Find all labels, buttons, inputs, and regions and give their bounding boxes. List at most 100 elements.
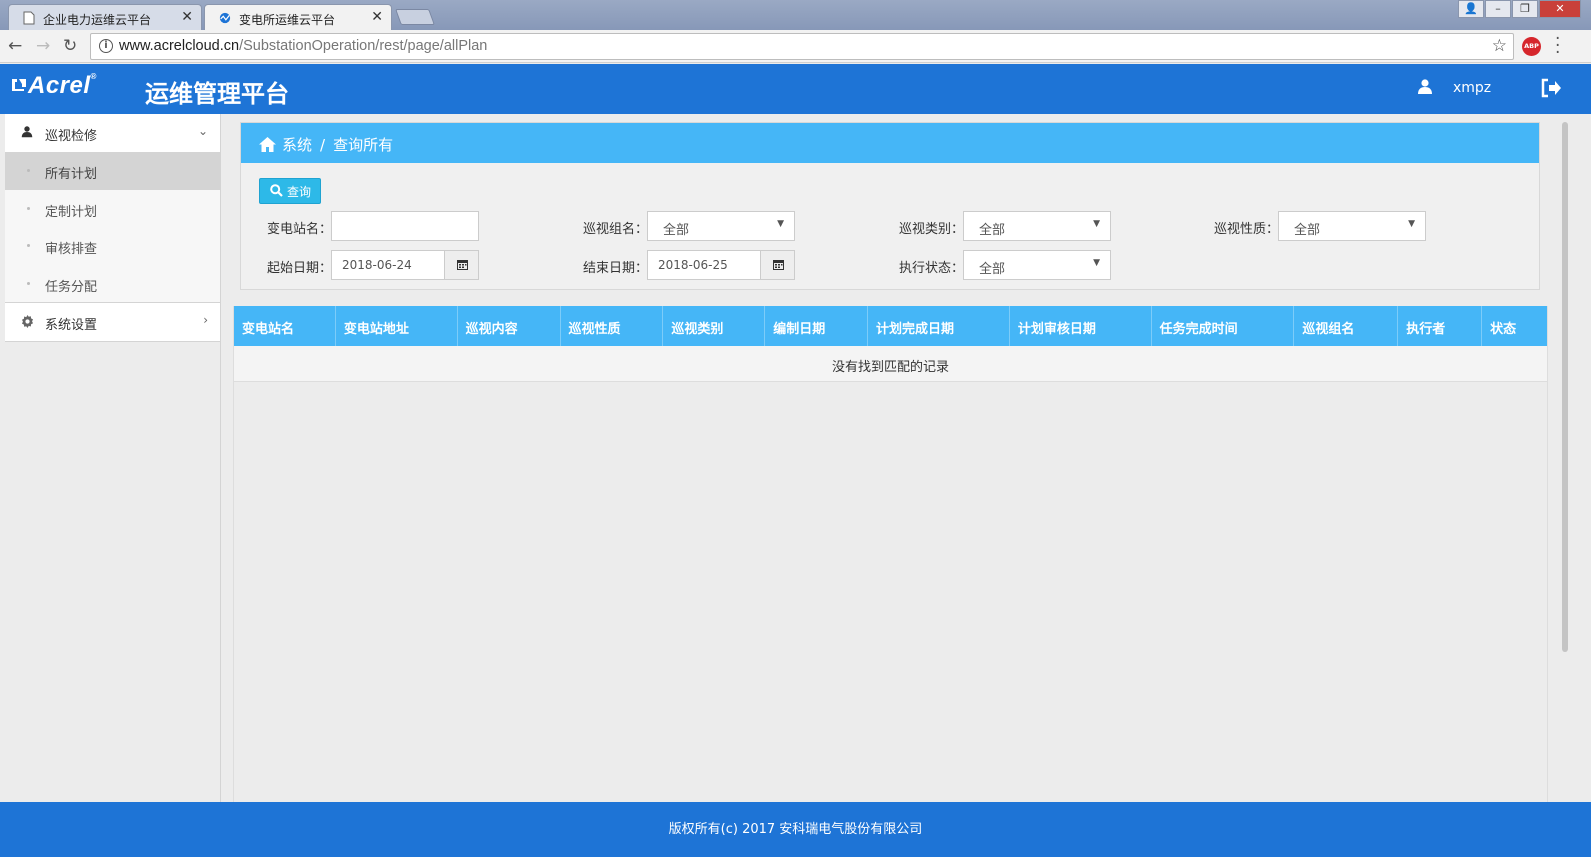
- table-header-cell[interactable]: 变电站名: [234, 306, 336, 346]
- browser-tab[interactable]: 企业电力运维云平台 ✕: [8, 4, 202, 30]
- browser-tab-strip: 企业电力运维云平台 ✕ 变电所运维云平台 ✕ 👤 – ❐ ✕: [0, 0, 1591, 30]
- table-header-cell[interactable]: 编制日期: [765, 306, 869, 346]
- end-date-picker-button[interactable]: [760, 250, 795, 280]
- patrol-group-label: 巡视组名：: [583, 222, 649, 237]
- sidebar-item-assign[interactable]: 任务分配: [5, 265, 220, 303]
- menu-head-patrol[interactable]: 巡视检修 ⌄: [5, 114, 220, 152]
- close-icon[interactable]: ✕: [181, 9, 193, 25]
- sidebar-item-custom-plans[interactable]: 定制计划: [5, 190, 220, 228]
- page-icon: [23, 11, 35, 25]
- table-header-cell[interactable]: 计划完成日期: [868, 306, 1010, 346]
- table-header-cell[interactable]: 状态: [1482, 306, 1547, 346]
- browser-tab-active[interactable]: 变电所运维云平台 ✕: [204, 4, 392, 30]
- end-date-value: 2018-06-25: [658, 258, 728, 272]
- registered-mark: ®: [90, 72, 97, 81]
- sidebar: 巡视检修 ⌄ 所有计划 定制计划 审核排查 任务分配 系统设置 ›: [5, 114, 221, 802]
- submenu: 所有计划 定制计划 审核排查 任务分配: [5, 152, 220, 302]
- breadcrumb: 系统 / 查询所有: [241, 123, 1539, 163]
- bookmark-star-icon[interactable]: ☆: [1492, 36, 1507, 56]
- end-date-label: 结束日期：: [583, 261, 649, 276]
- patrol-type-label: 巡视类别：: [899, 222, 965, 237]
- user-switch-icon[interactable]: 👤: [1458, 0, 1484, 18]
- calendar-icon: [457, 260, 468, 270]
- filter-panel: 系统 / 查询所有 查询 变电站名： 巡视组名： 全部 ▼ 巡视类别： 全部 ▼ 巡视性…: [240, 122, 1540, 290]
- url-host: www.acrelcloud.cn: [119, 38, 240, 54]
- url-path: /SubstationOperation/rest/page/allPlan: [239, 38, 488, 54]
- app-header: Acrel® 运维管理平台 xmpz: [0, 64, 1591, 114]
- reload-icon[interactable]: ↻: [63, 36, 77, 56]
- user-icon: [21, 126, 33, 138]
- menu-head-label: 系统设置: [45, 318, 98, 333]
- query-button[interactable]: 查询: [259, 178, 321, 204]
- patrol-group-select[interactable]: 全部 ▼: [647, 211, 795, 241]
- adblock-extension-icon[interactable]: ABP: [1522, 37, 1541, 56]
- sidebar-item-review[interactable]: 审核排查: [5, 227, 220, 265]
- menu-head-label: 巡视检修: [45, 129, 98, 144]
- sidebar-item-label: 任务分配: [45, 279, 98, 295]
- copyright-text: 版权所有(c) 2017 安科瑞电气股份有限公司: [668, 822, 923, 837]
- table-header-cell[interactable]: 任务完成时间: [1152, 306, 1295, 346]
- start-date-value: 2018-06-24: [342, 258, 412, 272]
- search-icon: [270, 184, 283, 197]
- query-button-label: 查询: [287, 185, 312, 199]
- caret-down-icon: ▼: [1093, 258, 1100, 268]
- start-date-picker-button[interactable]: [444, 250, 479, 280]
- exec-status-label: 执行状态：: [899, 261, 965, 276]
- table-header-cell[interactable]: 巡视内容: [458, 306, 561, 346]
- back-icon[interactable]: ←: [8, 36, 22, 56]
- home-icon[interactable]: [259, 137, 276, 152]
- table-header-cell[interactable]: 变电站地址: [336, 306, 458, 346]
- window-close-icon[interactable]: ✕: [1539, 0, 1581, 18]
- address-bar[interactable]: i www.acrelcloud.cn/SubstationOperation/…: [90, 33, 1514, 60]
- breadcrumb-separator: /: [320, 136, 326, 154]
- browser-menu-icon[interactable]: · · ·: [1555, 31, 1560, 62]
- bullet-icon: [27, 281, 30, 285]
- scrollbar-thumb[interactable]: [1562, 122, 1568, 652]
- table-header-cell[interactable]: 执行者: [1398, 306, 1483, 346]
- end-date-input[interactable]: 2018-06-25: [647, 250, 795, 280]
- table-header-cell[interactable]: 巡视性质: [561, 306, 664, 346]
- page-scrollbar[interactable]: [1561, 114, 1569, 802]
- sidebar-item-label: 审核排查: [45, 242, 98, 257]
- station-name-input[interactable]: [331, 211, 479, 241]
- bullet-icon: [27, 244, 30, 247]
- breadcrumb-home[interactable]: 系统: [282, 136, 312, 154]
- breadcrumb-current: 查询所有: [333, 136, 394, 154]
- exec-status-select[interactable]: 全部 ▼: [963, 250, 1111, 280]
- patrol-nature-label: 巡视性质：: [1214, 222, 1280, 237]
- caret-down-icon: ▼: [1408, 219, 1415, 229]
- browser-toolbar: ← → ↻ i www.acrelcloud.cn/SubstationOper…: [0, 30, 1591, 63]
- patrol-nature-select[interactable]: 全部 ▼: [1278, 211, 1426, 241]
- new-tab-button[interactable]: [395, 9, 435, 25]
- url-text: www.acrelcloud.cn/SubstationOperation/re…: [119, 38, 487, 54]
- bullet-icon: [27, 169, 30, 172]
- caret-down-icon: ▼: [777, 219, 784, 229]
- caret-down-icon: ▼: [1093, 219, 1100, 229]
- info-icon[interactable]: i: [99, 39, 113, 53]
- results-table: 变电站名 变电站地址 巡视内容 巡视性质 巡视类别 编制日期 计划完成日期 计划…: [233, 306, 1548, 802]
- exec-status-value: 全部: [979, 262, 1006, 277]
- patrol-nature-value: 全部: [1294, 223, 1321, 238]
- username[interactable]: xmpz: [1453, 80, 1491, 96]
- restore-icon[interactable]: ❐: [1512, 0, 1538, 18]
- start-date-input[interactable]: 2018-06-24: [331, 250, 479, 280]
- minimize-icon[interactable]: –: [1485, 0, 1511, 18]
- table-header-cell[interactable]: 巡视类别: [663, 306, 766, 346]
- menu-group-patrol: 巡视检修 ⌄ 所有计划 定制计划 审核排查 任务分配: [5, 114, 220, 303]
- menu-group-settings: 系统设置 ›: [5, 303, 220, 342]
- tab-title: 变电所运维云平台: [239, 13, 336, 27]
- forward-icon[interactable]: →: [36, 36, 50, 56]
- close-icon[interactable]: ✕: [371, 9, 383, 25]
- logout-icon[interactable]: [1540, 78, 1562, 98]
- sidebar-item-all-plans[interactable]: 所有计划: [5, 152, 220, 190]
- app-title: 运维管理平台: [145, 80, 289, 108]
- menu-head-settings[interactable]: 系统设置 ›: [5, 303, 220, 341]
- tab-title: 企业电力运维云平台: [43, 13, 152, 27]
- site-favicon-icon: [219, 12, 231, 24]
- table-header-cell[interactable]: 计划审核日期: [1010, 306, 1152, 346]
- patrol-type-select[interactable]: 全部 ▼: [963, 211, 1111, 241]
- chevron-down-icon: ⌄: [197, 124, 208, 138]
- table-header-cell[interactable]: 巡视组名: [1294, 306, 1399, 346]
- footer: 版权所有(c) 2017 安科瑞电气股份有限公司: [0, 802, 1591, 857]
- patrol-type-value: 全部: [979, 223, 1006, 238]
